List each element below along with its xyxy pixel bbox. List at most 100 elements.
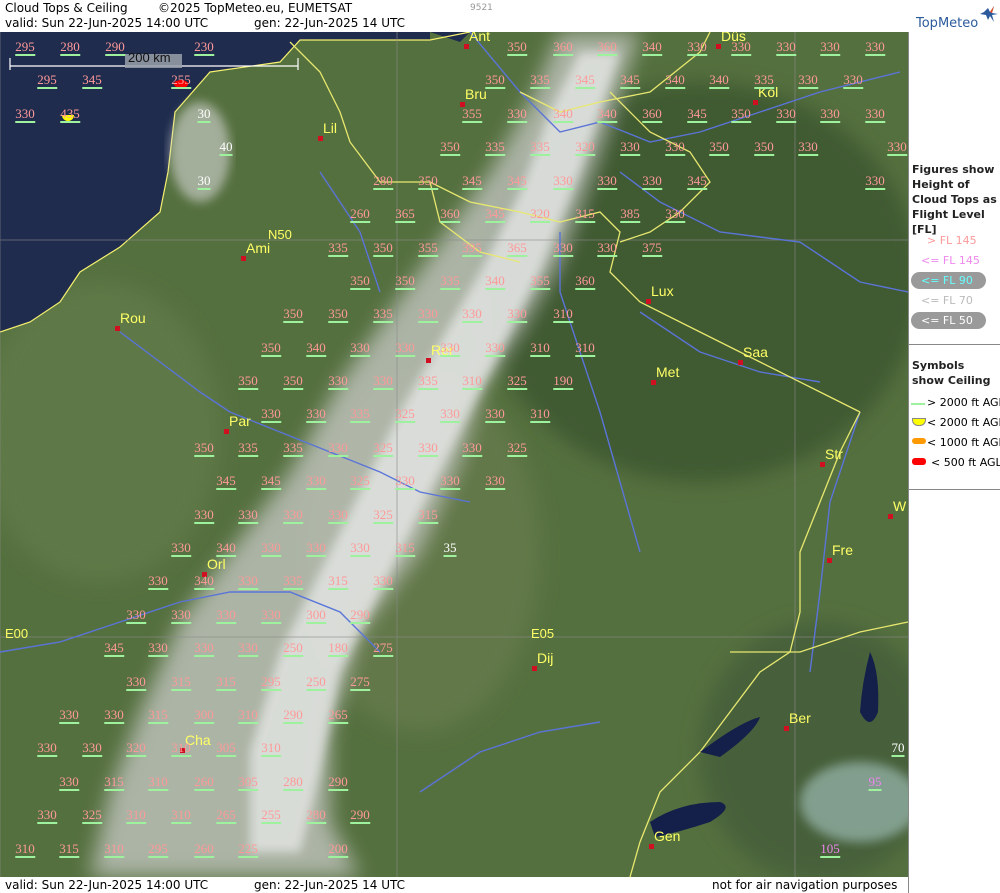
city-label: Lux <box>651 283 674 299</box>
cloud-top-value: 330 <box>485 406 505 423</box>
cloud-top-value: 350 <box>194 440 214 457</box>
cloud-top-value: 330 <box>261 607 281 624</box>
ceiling-lt1000-icon <box>912 438 926 444</box>
cloud-top-value: 330 <box>820 39 840 56</box>
cloud-top-value: 330 <box>37 807 57 824</box>
satellite-map[interactable]: 200 km N50 E00 E05 Ant Düs Bru Köl Lil Ami Lux… <box>0 32 908 877</box>
city-label: Ant <box>469 32 491 44</box>
cloud-top-value: 330 <box>418 306 438 323</box>
cloud-top-value: 365 <box>507 240 527 257</box>
cloud-top-value: 330 <box>59 774 79 791</box>
cloud-top-value: 330 <box>328 440 348 457</box>
city-marker-icon <box>651 380 656 385</box>
cloud-top-value: 330 <box>238 573 258 590</box>
cloud-top-value: 345 <box>620 72 640 89</box>
cloud-top-value: 330 <box>731 39 751 56</box>
cloud-top-value: 105 <box>820 841 840 858</box>
cloud-top-value: 305 <box>238 774 258 791</box>
cloud-top-value: 290 <box>105 39 125 56</box>
cloud-top-value: 330 <box>148 573 168 590</box>
cloud-top-value: 320 <box>575 139 595 156</box>
cloud-top-value: 310 <box>171 740 191 757</box>
cloud-top-value: 310 <box>126 807 146 824</box>
cloud-top-value: 330 <box>373 373 393 390</box>
cloud-top-value: 355 <box>530 273 550 290</box>
cloud-top-value: 330 <box>553 173 573 190</box>
city-marker-icon <box>716 44 721 49</box>
cloud-top-value: 260 <box>194 774 214 791</box>
cloud-top-value: 330 <box>820 106 840 123</box>
cloud-top-value: 330 <box>261 540 281 557</box>
scale-bar-label: 200 km <box>128 50 171 65</box>
cloud-top-value: 310 <box>530 406 550 423</box>
cloud-top-value: 95 <box>868 774 882 791</box>
legend-fl-le90: <= FL 90 <box>921 274 973 287</box>
cloud-top-value: 360 <box>440 206 460 223</box>
cloud-top-value: 330 <box>37 740 57 757</box>
city-marker-icon <box>318 136 323 141</box>
city-label: Rou <box>120 310 146 326</box>
cloud-top-value: 180 <box>328 640 348 657</box>
cloud-top-value: 325 <box>373 507 393 524</box>
cloud-top-value: 310 <box>15 841 35 858</box>
cloud-top-value: 280 <box>306 807 326 824</box>
city-label: Lil <box>323 120 338 136</box>
cloud-top-value: 340 <box>485 273 505 290</box>
legend-fl-le70: <= FL 70 <box>921 294 973 307</box>
cloud-top-value: 260 <box>194 841 214 858</box>
cloud-top-value: 330 <box>597 240 617 257</box>
cloud-top-value: 345 <box>507 173 527 190</box>
city-marker-icon <box>115 326 120 331</box>
cloud-top-value: 290 <box>328 774 348 791</box>
cloud-top-value: 345 <box>216 473 236 490</box>
footer-bar: valid: Sun 22-Jun-2025 14:00 UTC gen: 22… <box>0 877 908 893</box>
cloud-top-value: 330 <box>418 440 438 457</box>
cloud-top-value: 350 <box>485 72 505 89</box>
cloud-top-value: 345 <box>104 640 124 657</box>
cloud-top-value: 340 <box>642 39 662 56</box>
cloud-top-value: 295 <box>37 72 57 89</box>
cloud-top-value: 280 <box>60 39 80 56</box>
cloud-top-value: 330 <box>865 173 885 190</box>
cloud-top-value: 310 <box>530 340 550 357</box>
cloud-top-value: 340 <box>216 540 236 557</box>
footer-gen-time: gen: 22-Jun-2025 14 UTC <box>254 878 406 892</box>
cloud-top-value: 200 <box>328 841 348 858</box>
cloud-top-value: 275 <box>373 640 393 657</box>
city-label: Dij <box>537 650 554 666</box>
cloud-top-value: 350 <box>283 373 303 390</box>
cloud-top-value: 280 <box>373 173 393 190</box>
cloud-top-value: 330 <box>238 640 258 657</box>
cloud-top-value: 315 <box>59 841 79 858</box>
city-label: Met <box>656 364 680 380</box>
topmeteo-logo[interactable]: TopMeteo <box>910 0 1000 32</box>
cloud-top-value: 330 <box>865 39 885 56</box>
cloud-top-value: 350 <box>373 240 393 257</box>
city-label: Fre <box>832 542 853 558</box>
cloud-top-value: 315 <box>148 707 168 724</box>
cloud-top-value: 330 <box>328 373 348 390</box>
cloud-top-value: 330 <box>395 473 415 490</box>
cloud-top-value: 330 <box>216 607 236 624</box>
map-title: Cloud Tops & Ceiling <box>5 1 128 15</box>
grid-label-e05: E05 <box>531 626 555 641</box>
cloud-top-value: 310 <box>104 841 124 858</box>
cloud-top-value: 325 <box>507 440 527 457</box>
ceiling-lt2000-icon <box>912 418 926 426</box>
cloud-top-value: 350 <box>754 139 774 156</box>
cloud-top-value: 330 <box>59 707 79 724</box>
cloud-top-value: 335 <box>373 306 393 323</box>
cloud-top-value: 315 <box>418 507 438 524</box>
city-label: Ber <box>789 710 811 726</box>
cloud-top-value: 350 <box>238 373 258 390</box>
cloud-top-value: 295 <box>148 841 168 858</box>
cloud-top-value: 360 <box>575 273 595 290</box>
cloud-top-value: 330 <box>485 340 505 357</box>
cloud-top-value: 330 <box>261 406 281 423</box>
city-label: Ami <box>246 240 271 256</box>
cloud-top-value: 30 <box>197 173 211 190</box>
cloud-top-value: 325 <box>373 440 393 457</box>
cloud-top-value: 260 <box>350 206 370 223</box>
cloud-top-value: 70 <box>891 740 905 757</box>
cloud-top-value: 290 <box>283 707 303 724</box>
